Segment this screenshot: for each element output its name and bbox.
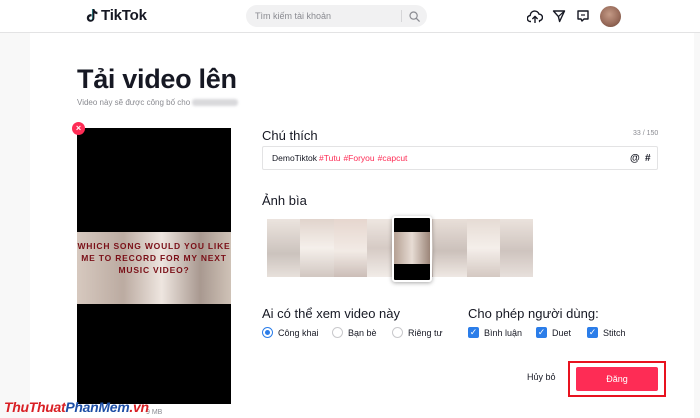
- cover-thumbnail[interactable]: [499, 219, 533, 277]
- messages-button[interactable]: [575, 8, 591, 24]
- permission-duet[interactable]: ✓ Duet: [536, 327, 571, 338]
- video-preview[interactable]: WHICH SONG WOULD YOU LIKE ME TO RECORD F…: [77, 128, 231, 404]
- cover-thumbnail[interactable]: [433, 219, 467, 277]
- privacy-option-private[interactable]: Riêng tư: [392, 327, 443, 338]
- search-input[interactable]: [246, 5, 396, 27]
- radio-label: Bạn bè: [348, 327, 377, 338]
- checkbox-label: Bình luận: [484, 327, 523, 338]
- user-avatar[interactable]: [600, 6, 621, 27]
- hashtag-icon[interactable]: #: [645, 153, 651, 164]
- cover-thumbnail[interactable]: [300, 219, 334, 277]
- search-icon: [408, 10, 420, 22]
- tiktok-note-icon: [86, 8, 98, 22]
- close-icon: ×: [75, 123, 82, 133]
- hashtag: #Tutu: [319, 153, 341, 163]
- permission-stitch[interactable]: ✓ Stitch: [587, 327, 626, 338]
- radio-label: Công khai: [278, 327, 319, 338]
- cover-thumbnail[interactable]: [333, 219, 367, 277]
- remove-video-button[interactable]: ×: [72, 122, 85, 135]
- post-button[interactable]: Đăng: [576, 367, 658, 391]
- upload-cloud-button[interactable]: [527, 8, 543, 24]
- site-watermark: ThuThuatPhanMem.vn: [4, 399, 149, 415]
- hashtag: #Foryou: [343, 153, 375, 163]
- hashtag: #capcut: [377, 153, 408, 163]
- radio[interactable]: [332, 327, 343, 338]
- logo-text: TikTok: [101, 7, 147, 24]
- search-button[interactable]: [406, 9, 422, 23]
- selected-cover-handle[interactable]: [392, 216, 432, 282]
- inbox-button[interactable]: [551, 8, 567, 24]
- caption-input[interactable]: DemoTiktok #Tutu #Foryou #capcut @ #: [262, 146, 658, 170]
- caption-label: Chú thích: [262, 128, 318, 143]
- page-title: Tải video lên: [77, 64, 237, 94]
- checkbox-checked[interactable]: ✓: [468, 327, 479, 338]
- paper-plane-icon: [552, 10, 566, 23]
- cloud-upload-icon: [527, 9, 543, 23]
- selected-cover-image: [394, 232, 430, 264]
- video-caption-text: WHICH SONG WOULD YOU LIKE ME TO RECORD F…: [77, 241, 231, 275]
- radio-selected[interactable]: [262, 327, 273, 338]
- page-subtitle: Video này sẽ được công bố cho: [77, 98, 239, 107]
- privacy-label: Ai có thể xem video này: [262, 306, 401, 321]
- checkbox-checked[interactable]: ✓: [587, 327, 598, 338]
- radio[interactable]: [392, 327, 403, 338]
- top-header: TikTok: [0, 0, 700, 33]
- cover-thumbnail[interactable]: [267, 219, 301, 277]
- privacy-option-public[interactable]: Công khai: [262, 327, 319, 338]
- subtitle-text: Video này sẽ được công bố cho: [77, 98, 191, 107]
- search-bar: [246, 5, 427, 27]
- permissions-label: Cho phép người dùng:: [468, 306, 599, 321]
- caption-char-count: 33 / 150: [633, 130, 659, 137]
- privacy-option-friends[interactable]: Bạn bè: [332, 327, 377, 338]
- checkbox-label: Stitch: [603, 327, 626, 338]
- permission-comment[interactable]: ✓ Bình luận: [468, 327, 522, 338]
- cover-thumbnail[interactable]: [466, 219, 500, 277]
- cancel-button[interactable]: Hủy bỏ: [527, 372, 556, 382]
- checkbox-checked[interactable]: ✓: [536, 327, 547, 338]
- search-divider: [401, 10, 402, 22]
- cover-label: Ảnh bìa: [262, 193, 307, 208]
- tiktok-logo[interactable]: TikTok: [86, 7, 147, 24]
- message-icon: [577, 10, 589, 22]
- caption-text: DemoTiktok: [272, 153, 318, 163]
- mention-icon[interactable]: @: [630, 153, 640, 164]
- radio-label: Riêng tư: [408, 327, 443, 338]
- checkbox-label: Duet: [552, 327, 572, 338]
- blurred-username: [192, 99, 239, 107]
